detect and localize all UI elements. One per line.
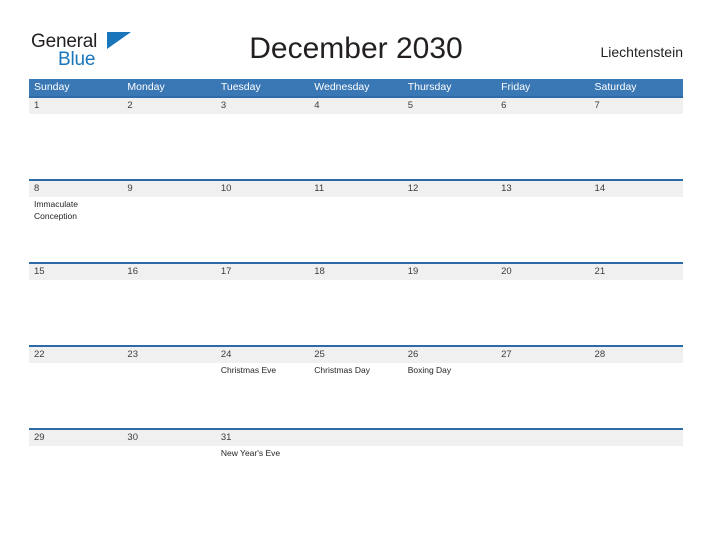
- calendar-page: General Blue December 2030 Liechtenstein…: [0, 0, 712, 550]
- day-number[interactable]: 25: [309, 347, 402, 363]
- day-number[interactable]: 1: [29, 98, 122, 114]
- day-number[interactable]: 8: [29, 181, 122, 197]
- day-event-empty: [496, 446, 589, 511]
- day-number[interactable]: 29: [29, 430, 122, 446]
- day-number-empty: [309, 430, 402, 446]
- day-number[interactable]: 18: [309, 264, 402, 280]
- day-number[interactable]: 16: [122, 264, 215, 280]
- day-number[interactable]: 4: [309, 98, 402, 114]
- day-event[interactable]: [122, 280, 215, 345]
- day-event[interactable]: [403, 114, 496, 179]
- page-header: General Blue December 2030 Liechtenstein: [0, 0, 712, 78]
- week-event-area: Immaculate Conception: [29, 197, 683, 262]
- weekday-header-wednesday: Wednesday: [314, 81, 370, 93]
- weekday-header-thursday: Thursday: [407, 81, 452, 93]
- weekday-header-tuesday: Tuesday: [220, 81, 261, 93]
- day-event[interactable]: [496, 280, 589, 345]
- day-event[interactable]: Immaculate Conception: [29, 197, 122, 262]
- week-date-stripe: 8 9 10 11 12 13 14: [29, 181, 683, 197]
- day-event[interactable]: New Year's Eve: [216, 446, 309, 511]
- day-number[interactable]: 20: [496, 264, 589, 280]
- day-event[interactable]: Boxing Day: [403, 363, 496, 428]
- day-event[interactable]: [29, 363, 122, 428]
- week-date-stripe: 1 2 3 4 5 6 7: [29, 98, 683, 114]
- day-event[interactable]: [309, 114, 402, 179]
- day-number[interactable]: 9: [122, 181, 215, 197]
- calendar-week-row: 29 30 31 New Year's Eve: [29, 428, 683, 511]
- day-event[interactable]: [216, 197, 309, 262]
- day-number[interactable]: 19: [403, 264, 496, 280]
- day-number[interactable]: 28: [590, 347, 683, 363]
- weekday-header-friday: Friday: [501, 81, 531, 93]
- day-event[interactable]: [122, 197, 215, 262]
- day-event[interactable]: [29, 280, 122, 345]
- day-number[interactable]: 26: [403, 347, 496, 363]
- day-event[interactable]: [309, 280, 402, 345]
- day-event[interactable]: [309, 197, 402, 262]
- day-event[interactable]: Christmas Eve: [216, 363, 309, 428]
- day-number[interactable]: 13: [496, 181, 589, 197]
- week-event-area: [29, 280, 683, 345]
- day-event[interactable]: [496, 197, 589, 262]
- day-number[interactable]: 6: [496, 98, 589, 114]
- day-number[interactable]: 11: [309, 181, 402, 197]
- day-event[interactable]: Christmas Day: [309, 363, 402, 428]
- day-event[interactable]: [496, 363, 589, 428]
- calendar-week-row: 22 23 24 25 26 27 28 Christmas Eve Chris…: [29, 345, 683, 428]
- calendar-week-row: 1 2 3 4 5 6 7: [29, 96, 683, 179]
- day-number[interactable]: 12: [403, 181, 496, 197]
- day-number[interactable]: 7: [590, 98, 683, 114]
- day-event[interactable]: [403, 280, 496, 345]
- week-date-stripe: 29 30 31: [29, 430, 683, 446]
- week-event-area: Christmas Eve Christmas Day Boxing Day: [29, 363, 683, 428]
- day-event[interactable]: [216, 114, 309, 179]
- weekday-header-sunday: Sunday: [34, 81, 70, 93]
- week-date-stripe: 15 16 17 18 19 20 21: [29, 264, 683, 280]
- weekday-header-monday: Monday: [127, 81, 165, 93]
- day-number[interactable]: 30: [122, 430, 215, 446]
- day-number[interactable]: 27: [496, 347, 589, 363]
- calendar-week-row: 8 9 10 11 12 13 14 Immaculate Conception: [29, 179, 683, 262]
- day-event[interactable]: [122, 114, 215, 179]
- day-number-empty: [496, 430, 589, 446]
- day-event[interactable]: [496, 114, 589, 179]
- day-number[interactable]: 14: [590, 181, 683, 197]
- day-number[interactable]: 22: [29, 347, 122, 363]
- weekday-header-saturday: Saturday: [594, 81, 637, 93]
- day-event[interactable]: [590, 363, 683, 428]
- week-event-area: New Year's Eve: [29, 446, 683, 511]
- day-event[interactable]: [216, 280, 309, 345]
- weekday-header-row: Sunday Monday Tuesday Wednesday Thursday…: [29, 79, 683, 96]
- day-event[interactable]: [590, 280, 683, 345]
- day-event[interactable]: [29, 114, 122, 179]
- day-number[interactable]: 21: [590, 264, 683, 280]
- day-event[interactable]: [122, 446, 215, 511]
- day-event-empty: [309, 446, 402, 511]
- day-number[interactable]: 2: [122, 98, 215, 114]
- day-event-empty: [403, 446, 496, 511]
- day-event-empty: [590, 446, 683, 511]
- day-number[interactable]: 10: [216, 181, 309, 197]
- calendar-grid: Sunday Monday Tuesday Wednesday Thursday…: [29, 79, 683, 511]
- day-event[interactable]: [590, 114, 683, 179]
- day-number[interactable]: 23: [122, 347, 215, 363]
- day-number[interactable]: 5: [403, 98, 496, 114]
- day-event[interactable]: [590, 197, 683, 262]
- day-number[interactable]: 17: [216, 264, 309, 280]
- day-event[interactable]: [403, 197, 496, 262]
- day-event[interactable]: [29, 446, 122, 511]
- day-number-empty: [590, 430, 683, 446]
- day-number[interactable]: 31: [216, 430, 309, 446]
- week-date-stripe: 22 23 24 25 26 27 28: [29, 347, 683, 363]
- day-number[interactable]: 15: [29, 264, 122, 280]
- calendar-week-row: 15 16 17 18 19 20 21: [29, 262, 683, 345]
- week-event-area: [29, 114, 683, 179]
- day-number[interactable]: 24: [216, 347, 309, 363]
- day-event[interactable]: [122, 363, 215, 428]
- country-label: Liechtenstein: [600, 44, 683, 60]
- day-number-empty: [403, 430, 496, 446]
- day-number[interactable]: 3: [216, 98, 309, 114]
